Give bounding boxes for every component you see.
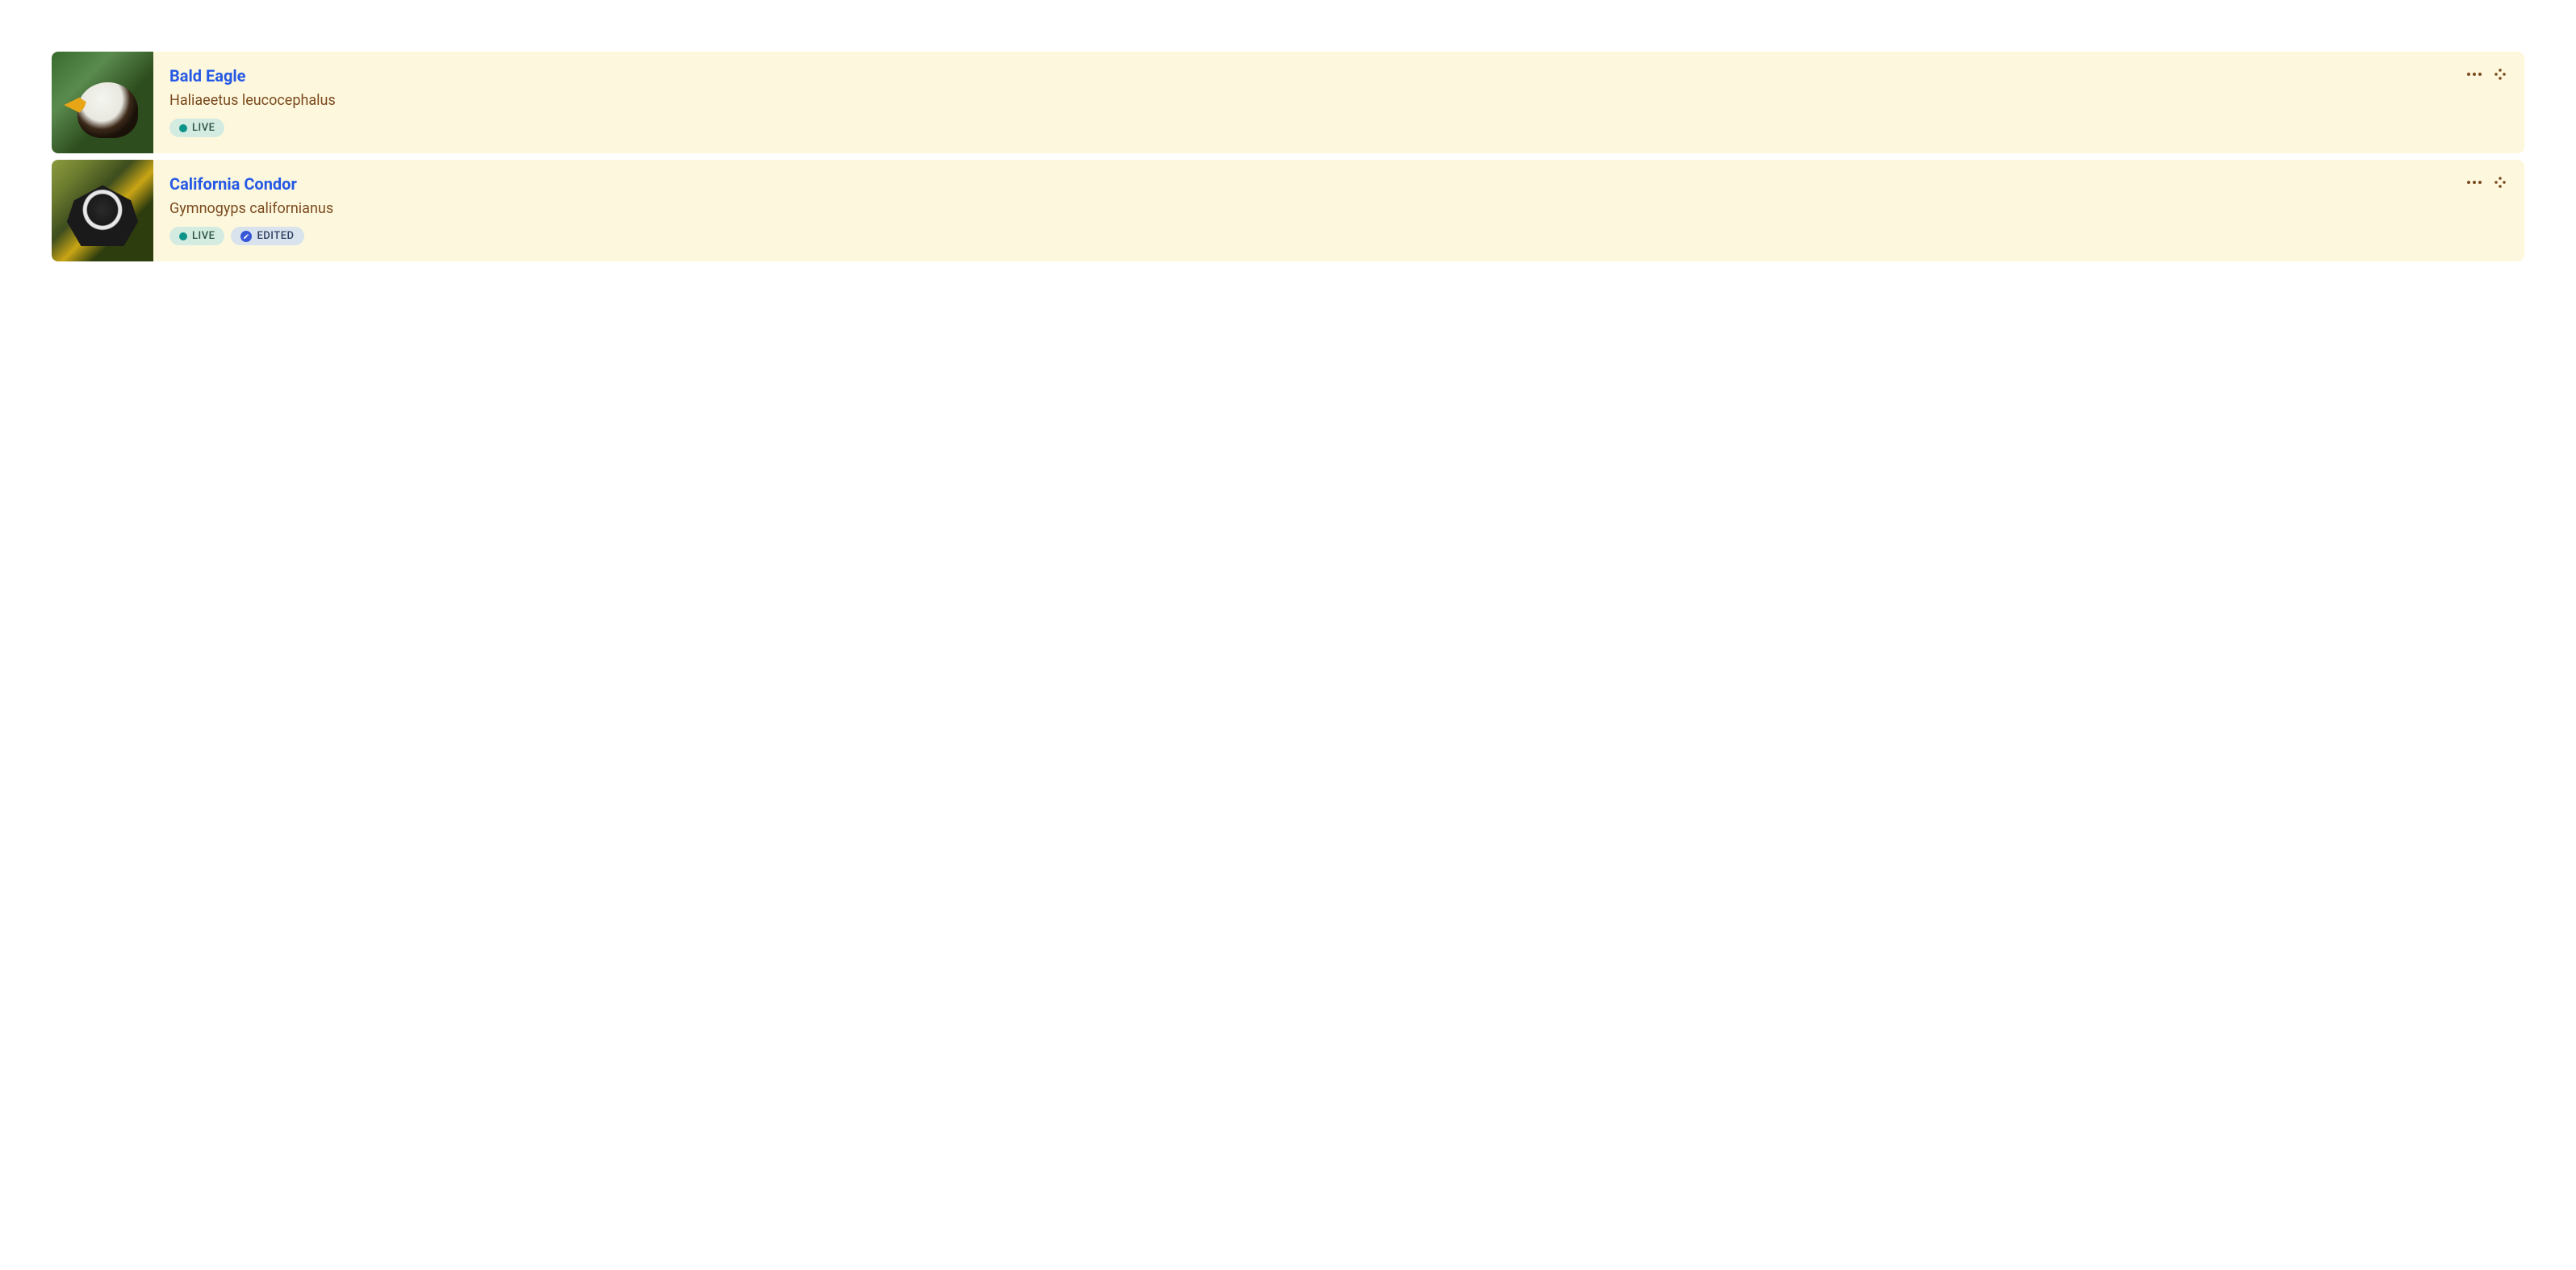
item-title-link[interactable]: Bald Eagle [169,66,245,86]
badges-row: LIVE EDITED [169,227,2508,245]
card-content: California Condor Gymnogyps californianu… [153,160,2524,261]
dot-icon [179,124,187,132]
drag-handle-icon[interactable] [2492,174,2508,190]
list-item: California Condor Gymnogyps californianu… [52,160,2524,261]
badges-row: LIVE [169,119,2508,137]
status-badge-live: LIVE [169,227,224,245]
badge-label: LIVE [192,122,215,134]
card-list: Bald Eagle Haliaeetus leucocephalus [52,52,2524,261]
item-thumbnail[interactable] [52,52,153,153]
item-subtitle: Haliaeetus leucocephalus [169,92,2508,109]
badge-label: LIVE [192,230,215,242]
card-header: Bald Eagle [169,66,2508,86]
status-badge-live: LIVE [169,119,224,137]
card-header: California Condor [169,174,2508,194]
list-item: Bald Eagle Haliaeetus leucocephalus [52,52,2524,153]
card-actions [2466,66,2508,82]
more-options-icon[interactable] [2466,174,2482,190]
status-badge-edited: EDITED [231,227,303,245]
pencil-icon [240,231,252,242]
card-actions [2466,174,2508,190]
more-options-icon[interactable] [2466,66,2482,82]
item-thumbnail[interactable] [52,160,153,261]
dot-icon [179,232,187,240]
drag-handle-icon[interactable] [2492,66,2508,82]
badge-label: EDITED [257,230,294,242]
card-content: Bald Eagle Haliaeetus leucocephalus [153,52,2524,153]
item-subtitle: Gymnogyps californianus [169,200,2508,217]
item-title-link[interactable]: California Condor [169,174,297,194]
